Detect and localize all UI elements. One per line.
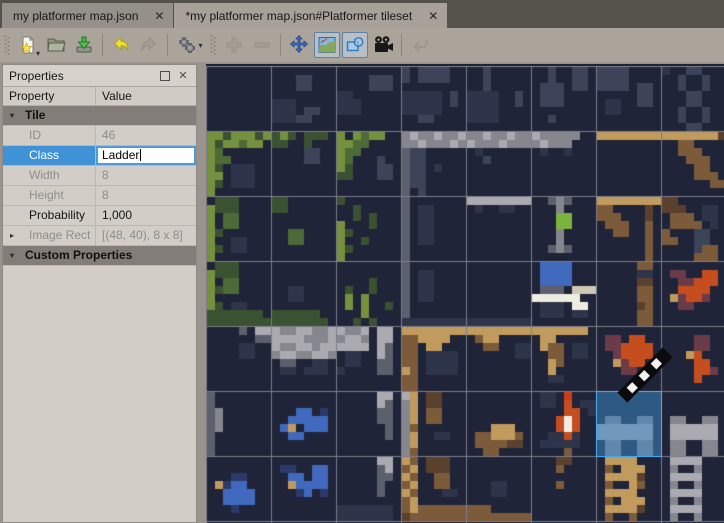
redo-icon [139, 35, 159, 55]
expand-triangle-icon[interactable]: ▾ [10, 106, 14, 125]
undo-button[interactable] [108, 32, 134, 58]
execute-button[interactable]: ▾ [173, 32, 207, 58]
save-icon [74, 35, 94, 55]
group-label: Tile [25, 108, 45, 122]
close-icon: ✕ [178, 69, 187, 82]
properties-panel: Properties ✕ Property Value ▾ Tile ID 46 Cla… [2, 64, 197, 523]
tab-1[interactable]: my platformer map.json ✕ [2, 3, 173, 28]
dropdown-caret-icon: ▾ [36, 49, 40, 58]
tab-close-icon[interactable]: ✕ [154, 10, 164, 22]
toolbar-separator [401, 34, 402, 56]
column-header-value: Value [96, 87, 196, 105]
tileset-view [206, 64, 724, 523]
panel-close-button[interactable]: ✕ [176, 69, 190, 83]
group-label: Custom Properties [25, 248, 132, 262]
property-row-width[interactable]: Width 8 [3, 166, 196, 186]
dropdown-caret-icon: ▾ [198, 41, 202, 50]
column-header-property: Property [3, 87, 96, 105]
properties-table-header: Property Value [3, 87, 196, 106]
property-label: Width [29, 168, 60, 182]
save-file-button[interactable] [71, 32, 97, 58]
new-file-button[interactable]: ▾ [15, 32, 41, 58]
move-arrows-icon [289, 35, 309, 55]
property-row-image-rect[interactable]: ▸ Image Rect [(48, 40), 8 x 8] [3, 226, 196, 246]
zoom-out-button [249, 32, 275, 58]
terrain-icon [317, 35, 337, 55]
property-value: 8 [102, 168, 109, 182]
property-value: 46 [102, 128, 115, 142]
undo-icon [111, 35, 131, 55]
property-group-tile[interactable]: ▾ Tile [3, 106, 196, 126]
panel-splitter[interactable] [197, 64, 206, 523]
panel-title: Properties [9, 69, 154, 83]
animation-editor-button[interactable] [370, 32, 396, 58]
expand-triangle-icon[interactable]: ▸ [10, 226, 14, 245]
text-caret [140, 149, 141, 161]
property-row-id[interactable]: ID 46 [3, 126, 196, 146]
property-label: Class [29, 148, 59, 162]
property-value[interactable]: Ladder [102, 148, 139, 162]
tab-bar: my platformer map.json ✕ *my platformer ma… [0, 0, 724, 28]
properties-panel-titlebar: Properties ✕ [3, 65, 196, 87]
terrain-editor-button[interactable] [314, 32, 340, 58]
expand-triangle-icon[interactable]: ▾ [10, 246, 14, 265]
application-window: my platformer map.json ✕ *my platformer ma… [0, 0, 724, 523]
back-button [407, 32, 433, 58]
property-value: [(48, 40), 8 x 8] [102, 228, 183, 242]
toolbar-grip[interactable] [4, 34, 12, 56]
collision-icon [345, 35, 365, 55]
minus-icon [252, 35, 272, 55]
return-icon [410, 35, 430, 55]
tab-label: my platformer map.json [13, 9, 138, 23]
execute-icon [177, 35, 197, 55]
collision-editor-button[interactable] [342, 32, 368, 58]
zoom-in-button [221, 32, 247, 58]
float-icon [160, 71, 170, 81]
select-move-button[interactable] [286, 32, 312, 58]
toolbar-separator [280, 34, 281, 56]
plus-icon [224, 35, 244, 55]
panel-float-button[interactable] [158, 69, 172, 83]
tab-close-icon[interactable]: ✕ [428, 10, 438, 22]
toolbar-grip[interactable] [210, 34, 218, 56]
camera-icon [372, 35, 394, 55]
property-group-custom-properties[interactable]: ▾ Custom Properties [3, 246, 196, 266]
property-value: 1,000 [102, 208, 132, 222]
property-row-probability[interactable]: Probability 1,000 [3, 206, 196, 226]
property-row-height[interactable]: Height 8 [3, 186, 196, 206]
properties-table: ▾ Tile ID 46 Class Ladder Width 8 Height 8 Probabi… [3, 106, 196, 266]
redo-button [136, 32, 162, 58]
open-file-button[interactable] [43, 32, 69, 58]
property-label: ID [29, 128, 41, 142]
toolbar-separator [167, 34, 168, 56]
tab-2[interactable]: *my platformer map.json#Platformer tiles… [174, 3, 447, 28]
toolbar-separator [102, 34, 103, 56]
property-value: 8 [102, 188, 109, 202]
property-row-class[interactable]: Class Ladder [3, 146, 196, 166]
tab-label: *my platformer map.json#Platformer tiles… [185, 9, 412, 23]
toolbar: ▾▾ [0, 28, 724, 62]
property-label: Height [29, 188, 64, 202]
property-label: Image Rect [29, 228, 90, 242]
selected-tile-highlight [596, 391, 662, 457]
open-folder-icon [46, 35, 66, 55]
property-label: Probability [29, 208, 85, 222]
